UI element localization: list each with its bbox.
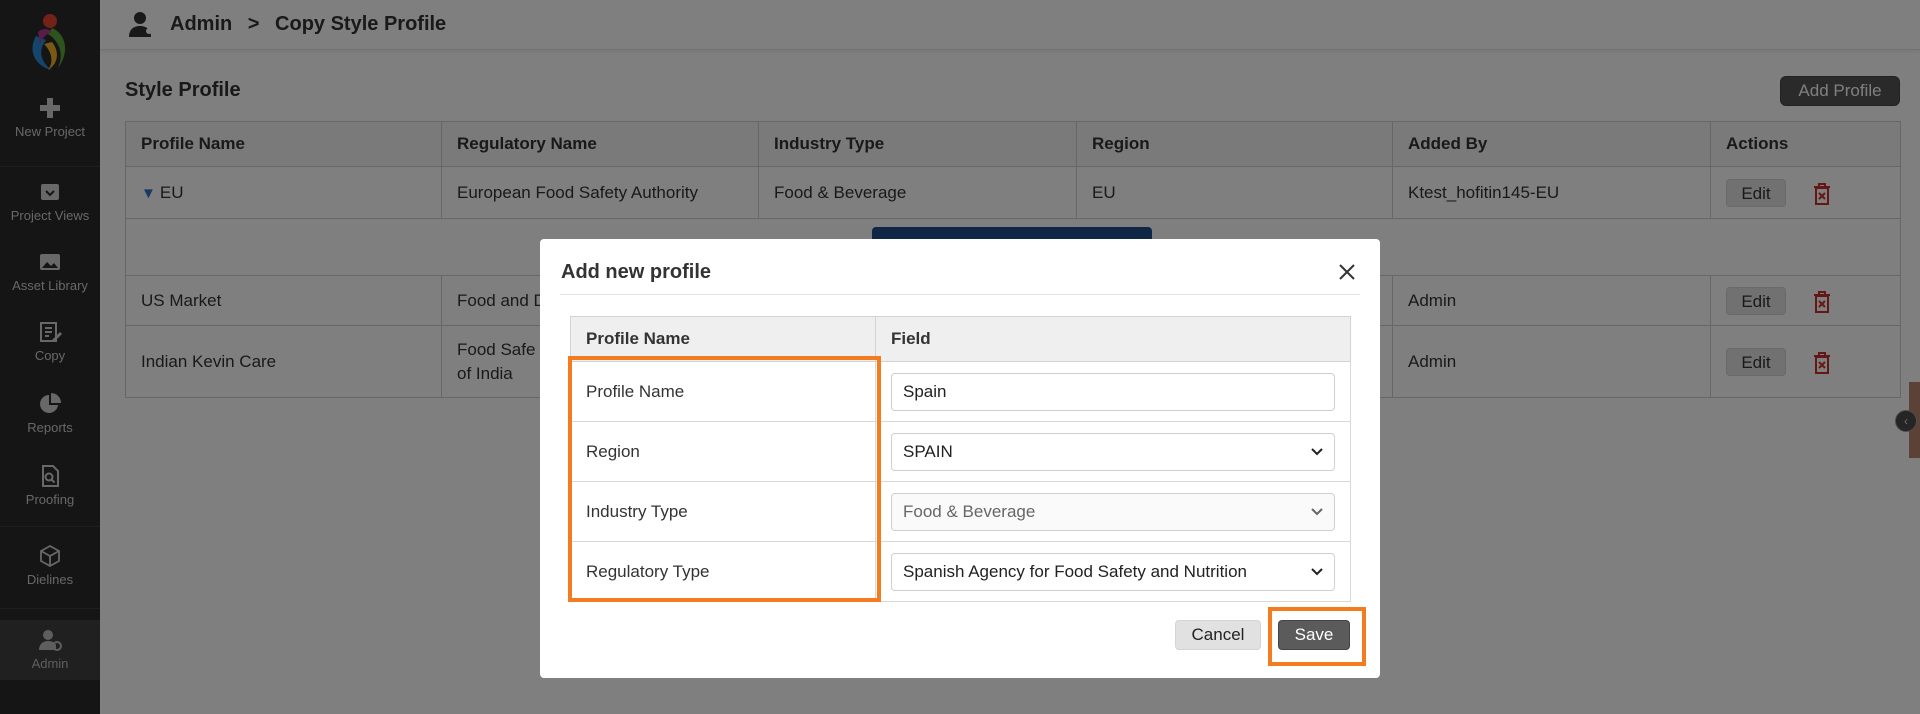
profile-name-input[interactable]: Spain (891, 372, 1335, 411)
select-value: SPAIN (903, 441, 953, 461)
chevron-down-icon (1311, 507, 1323, 515)
chevron-down-icon (1311, 567, 1323, 575)
form-column-header: Profile Name (570, 316, 876, 362)
region-select[interactable]: SPAIN (891, 432, 1335, 471)
modal-divider (560, 294, 1360, 295)
save-button-highlight (1268, 607, 1366, 666)
select-value: Spanish Agency for Food Safety and Nutri… (903, 561, 1247, 581)
field-cell: SPAIN (875, 421, 1351, 482)
field-labels-highlight (568, 356, 881, 602)
input-value: Spain (903, 381, 947, 401)
modal-title: Add new profile (561, 261, 711, 283)
select-value: Food & Beverage (903, 501, 1036, 521)
industry-type-select: Food & Beverage (891, 492, 1335, 531)
form-header-row: Profile Name Field (570, 316, 1351, 362)
cancel-button[interactable]: Cancel (1175, 620, 1261, 650)
field-cell: Spanish Agency for Food Safety and Nutri… (875, 541, 1351, 602)
field-cell: Spain (875, 361, 1351, 422)
chevron-down-icon (1311, 447, 1323, 455)
field-cell: Food & Beverage (875, 481, 1351, 542)
form-column-header: Field (875, 316, 1351, 362)
regulatory-type-select[interactable]: Spanish Agency for Food Safety and Nutri… (891, 552, 1335, 591)
close-icon[interactable] (1334, 259, 1360, 285)
